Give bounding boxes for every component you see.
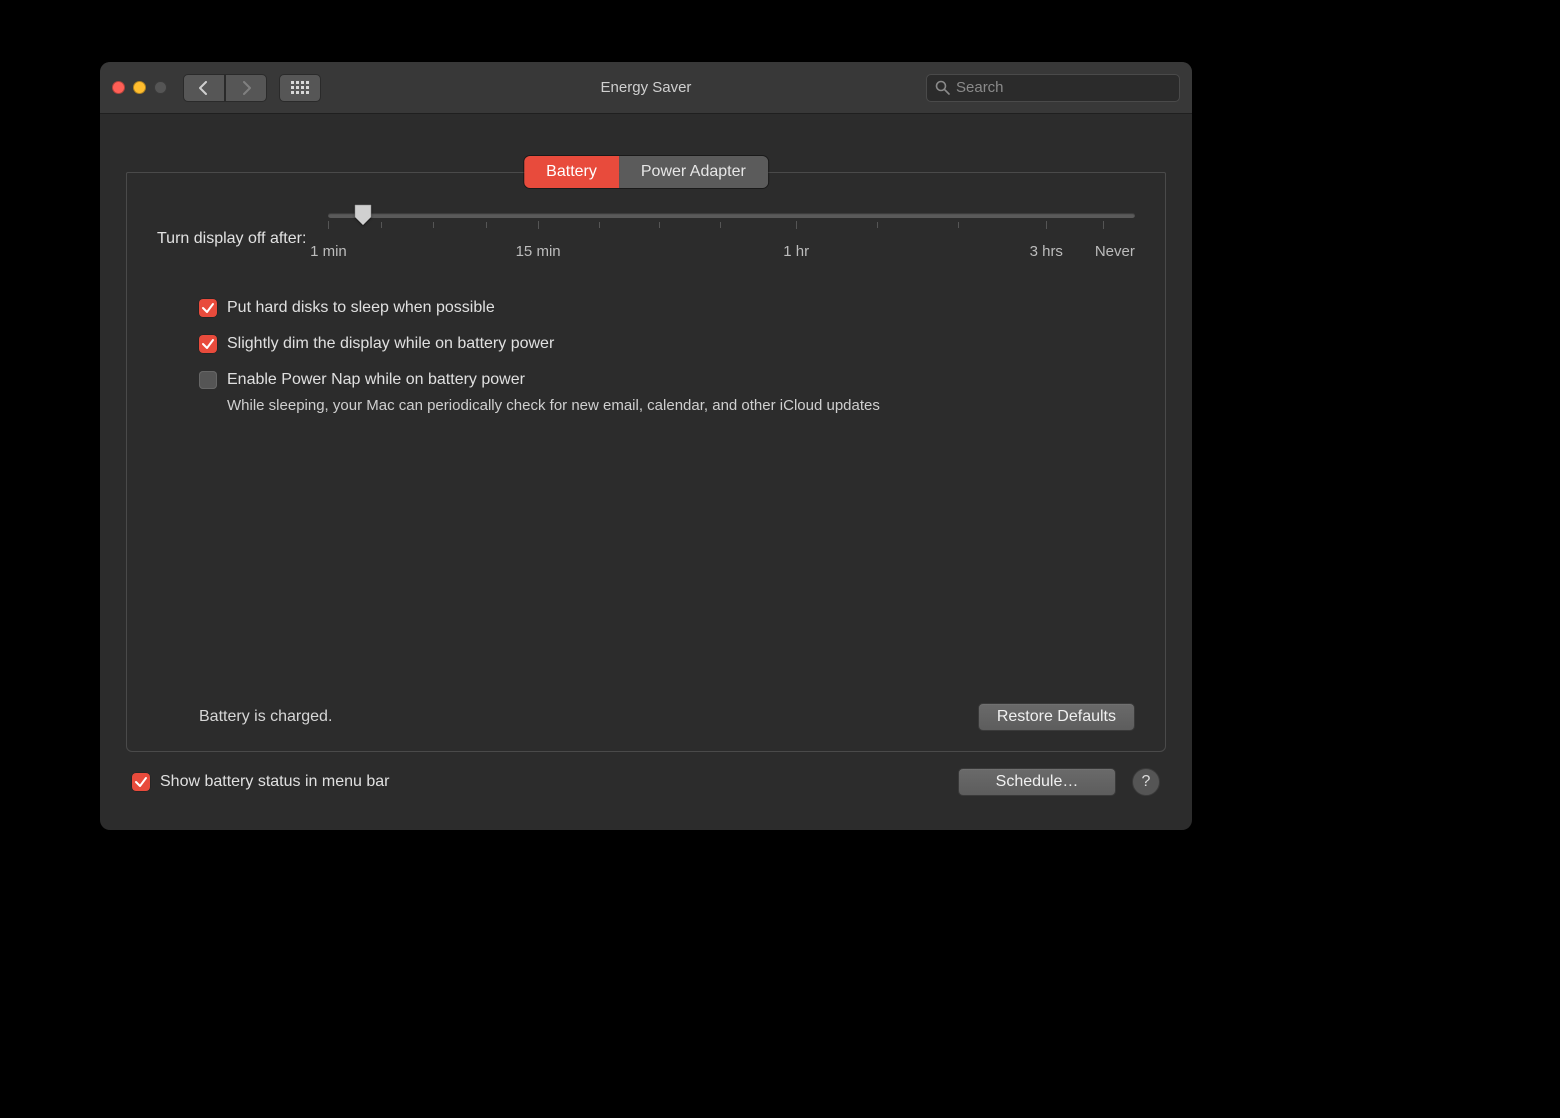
battery-status: Battery is charged. [199, 708, 332, 726]
label-power-nap: Enable Power Nap while on battery power [227, 369, 525, 391]
zoom-window-button [154, 81, 167, 94]
tick-15min: 15 min [516, 243, 561, 260]
row-power-nap: Enable Power Nap while on battery power [199, 369, 1135, 391]
content: Battery Power Adapter Turn display off a… [100, 114, 1192, 830]
system-preferences-window: Energy Saver Battery Power Adapter Turn … [100, 62, 1192, 830]
slider-thumb[interactable] [353, 203, 373, 227]
tick-1min: 1 min [310, 243, 347, 260]
label-hard-disks: Put hard disks to sleep when possible [227, 297, 495, 319]
tick-1hr: 1 hr [783, 243, 809, 260]
search-field-wrap[interactable] [926, 74, 1180, 102]
row-dim-display: Slightly dim the display while on batter… [199, 333, 1135, 355]
close-window-button[interactable] [112, 81, 125, 94]
display-sleep-slider[interactable]: 1 min 15 min 1 hr 3 hrs Never [328, 211, 1135, 273]
checkbox-power-nap[interactable] [199, 371, 217, 389]
label-dim-display: Slightly dim the display while on batter… [227, 333, 554, 355]
slider-ticks [328, 221, 1135, 231]
tab-battery[interactable]: Battery [524, 156, 619, 188]
row-hard-disks: Put hard disks to sleep when possible [199, 297, 1135, 319]
checkbox-dim-display[interactable] [199, 335, 217, 353]
checkbox-hard-disks[interactable] [199, 299, 217, 317]
chevron-right-icon [241, 81, 251, 95]
show-all-button[interactable] [279, 74, 321, 102]
row-show-battery: Show battery status in menu bar [132, 771, 389, 793]
titlebar: Energy Saver [100, 62, 1192, 114]
footer-row: Show battery status in menu bar Schedule… [126, 752, 1166, 812]
power-nap-help: While sleeping, your Mac can periodicall… [185, 397, 1135, 414]
checkbox-show-battery[interactable] [132, 773, 150, 791]
panel-bottom-row: Battery is charged. Restore Defaults [157, 703, 1135, 731]
back-button[interactable] [183, 74, 225, 102]
nav-back-forward [183, 74, 267, 102]
chevron-left-icon [199, 81, 209, 95]
search-input[interactable] [956, 79, 1171, 96]
tab-power-adapter[interactable]: Power Adapter [619, 156, 768, 188]
search-icon [935, 80, 950, 95]
traffic-lights [112, 81, 167, 94]
tick-3hrs: 3 hrs [1030, 243, 1063, 260]
forward-button [225, 74, 267, 102]
schedule-button[interactable]: Schedule… [958, 768, 1116, 796]
grid-icon [291, 81, 309, 95]
restore-defaults-button[interactable]: Restore Defaults [978, 703, 1135, 731]
display-sleep-label: Turn display off after: [157, 230, 306, 248]
display-sleep-row: Turn display off after: [157, 211, 1135, 273]
options-list: Put hard disks to sleep when possible Sl… [157, 297, 1135, 405]
help-button[interactable]: ? [1132, 768, 1160, 796]
settings-panel: Battery Power Adapter Turn display off a… [126, 172, 1166, 752]
checkmark-icon [201, 301, 215, 315]
checkmark-icon [201, 337, 215, 351]
tab-group: Battery Power Adapter [524, 156, 768, 188]
label-show-battery: Show battery status in menu bar [160, 771, 389, 793]
checkmark-icon [134, 775, 148, 789]
tick-never: Never [1095, 243, 1135, 260]
slider-track [328, 213, 1135, 218]
minimize-window-button[interactable] [133, 81, 146, 94]
